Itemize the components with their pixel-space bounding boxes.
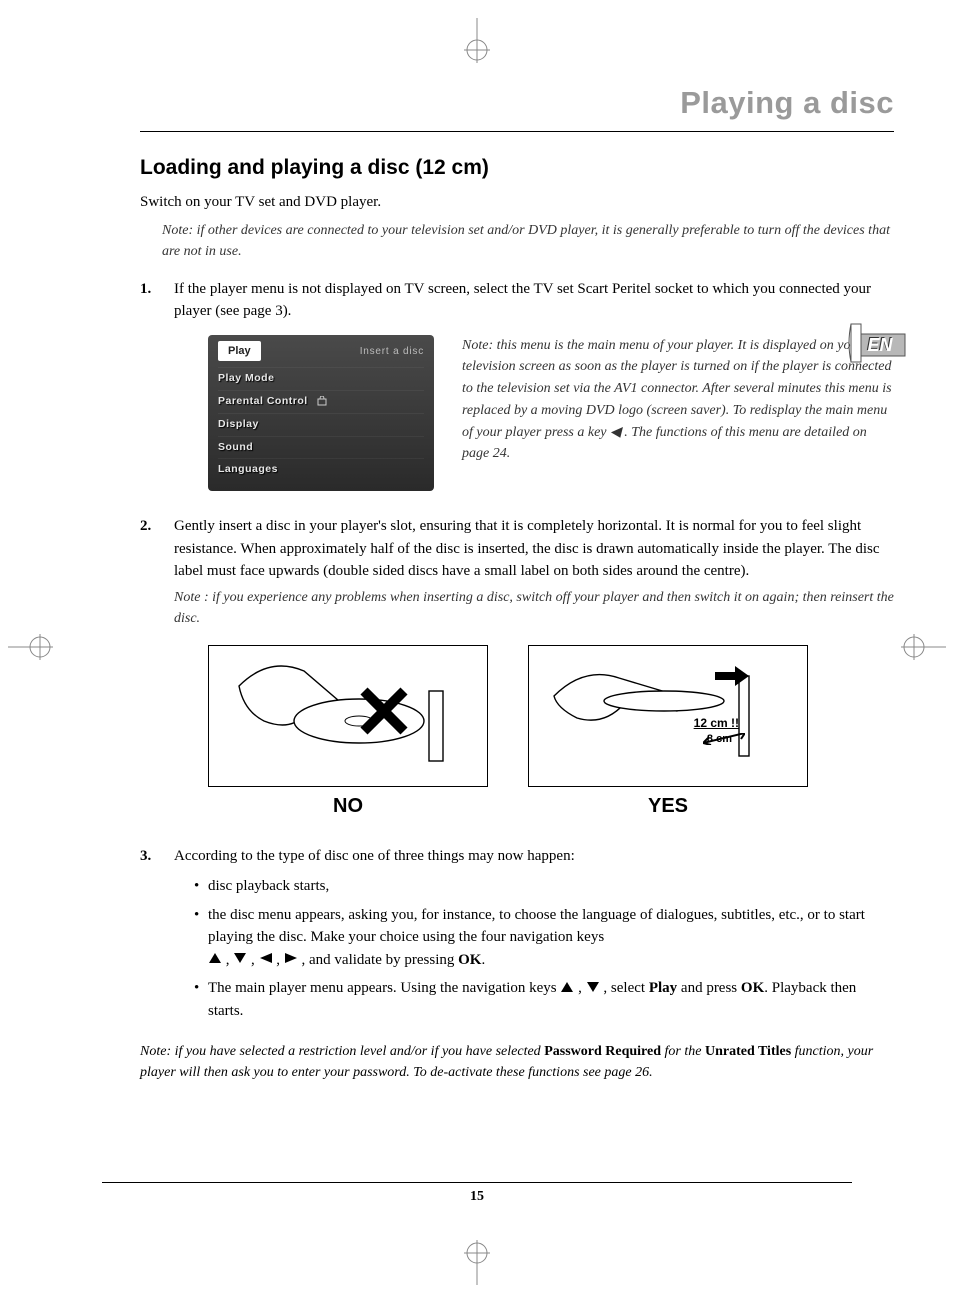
- ok-label: OK: [741, 980, 764, 996]
- menu-prompt: Insert a disc: [360, 341, 424, 362]
- arrow-up-icon: [208, 949, 222, 972]
- disc-size-label: 12 cm !!: [694, 714, 739, 732]
- step-3: According to the type of disc one of thr…: [140, 845, 894, 1023]
- menu-item: Sound: [218, 436, 424, 459]
- arrow-right-icon: [284, 949, 298, 972]
- bullet-text: and press: [677, 980, 741, 996]
- bullet-text: , select: [603, 980, 648, 996]
- bullet-2: the disc menu appears, asking you, for i…: [194, 904, 894, 972]
- crop-mark-bottom: [452, 1235, 502, 1290]
- arrow-down-icon: [233, 949, 247, 972]
- menu-item: Parental Control: [218, 390, 424, 413]
- player-menu-screenshot: Play Insert a disc Play Mode Parental Co…: [208, 335, 434, 491]
- step-1-text: If the player menu is not displayed on T…: [174, 281, 871, 320]
- svg-text:EN: EN: [867, 335, 893, 355]
- figure-no: NO: [208, 645, 488, 821]
- menu-selected: Play: [218, 341, 261, 362]
- disc-insert-correct-icon: [529, 646, 807, 784]
- intro-note: Note: if other devices are connected to …: [162, 220, 894, 262]
- figure-no-label: NO: [208, 791, 488, 821]
- step-1-note: Note: this menu is the main menu of your…: [462, 335, 894, 465]
- note-text: Note: if you have selected a restriction…: [140, 1044, 544, 1059]
- language-badge: EN EN: [847, 320, 909, 368]
- final-note: Note: if you have selected a restriction…: [140, 1041, 894, 1084]
- bullet-text: , and validate by pressing: [302, 952, 459, 968]
- section-heading: Loading and playing a disc (12 cm): [140, 156, 894, 180]
- page-number: 15: [102, 1182, 852, 1205]
- bullet-1: disc playback starts,: [194, 875, 894, 898]
- parental-control-icon: [314, 396, 328, 406]
- figure-yes-label: YES: [528, 791, 808, 821]
- note-text: for the: [661, 1044, 705, 1059]
- password-required-label: Password Required: [544, 1044, 661, 1059]
- arrow-left-icon: [259, 949, 273, 972]
- arrow-up-icon: [560, 978, 574, 1001]
- ok-label: OK: [458, 952, 481, 968]
- menu-item: Display: [218, 413, 424, 436]
- menu-item: Languages: [218, 458, 424, 481]
- unrated-titles-label: Unrated Titles: [705, 1044, 791, 1059]
- step-1: If the player menu is not displayed on T…: [140, 278, 894, 491]
- step-2-note: Note : if you experience any problems wh…: [174, 587, 894, 629]
- disc-insert-wrong-icon: [209, 646, 487, 784]
- menu-item-label: Parental Control: [218, 395, 308, 407]
- bullet-text: the disc menu appears, asking you, for i…: [208, 907, 865, 946]
- play-label: Play: [649, 980, 677, 996]
- step-2: Gently insert a disc in your player's sl…: [140, 515, 894, 821]
- menu-item: Play Mode: [218, 367, 424, 390]
- bullet-3: The main player menu appears. Using the …: [194, 977, 894, 1022]
- arrow-down-icon: [586, 978, 600, 1001]
- chapter-title: Playing a disc: [140, 85, 894, 132]
- step-2-text: Gently insert a disc in your player's sl…: [174, 518, 880, 579]
- disc-size-bad-label: 8 cm: [707, 731, 732, 748]
- step-3-intro: According to the type of disc one of thr…: [174, 848, 575, 864]
- figure-yes: 12 cm !! 8 cm YES: [528, 645, 808, 821]
- intro-line: Switch on your TV set and DVD player.: [140, 192, 894, 214]
- bullet-text: The main player menu appears. Using the …: [208, 980, 560, 996]
